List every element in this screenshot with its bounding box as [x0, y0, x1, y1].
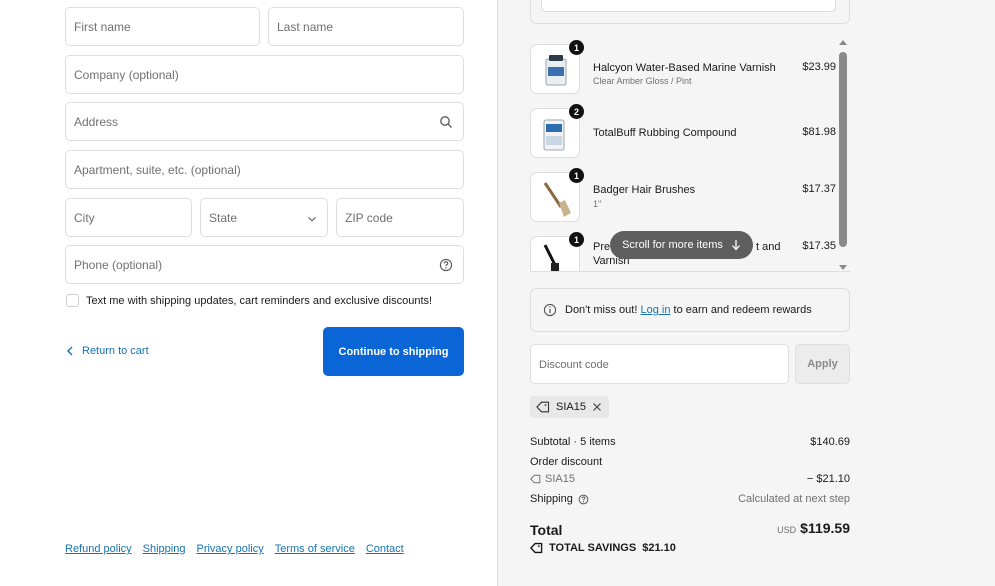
- phone-field[interactable]: Phone (optional): [65, 245, 464, 284]
- zip-placeholder: ZIP code: [345, 211, 393, 225]
- shipping-policy-link[interactable]: Shipping: [143, 543, 186, 555]
- contact-link[interactable]: Contact: [366, 543, 404, 555]
- company-placeholder: Company (optional): [74, 68, 179, 82]
- total-value: $119.59: [800, 520, 850, 536]
- refund-policy-link[interactable]: Refund policy: [65, 543, 132, 555]
- checkout-form-panel: First name Last name Company (optional) …: [0, 0, 497, 586]
- item-name: Halcyon Water-Based Marine Varnish: [593, 62, 776, 74]
- footer-links: Refund policy Shipping Privacy policy Te…: [65, 543, 404, 555]
- quantity-badge: 1: [569, 168, 584, 183]
- item-price: $17.37: [802, 183, 836, 195]
- order-discount-label: Order discount: [530, 456, 603, 468]
- subtotal-row: Subtotal · 5 items $140.69: [530, 436, 850, 448]
- return-to-cart-label: Return to cart: [82, 345, 149, 357]
- subtotal-label: Subtotal · 5 items: [530, 436, 616, 448]
- variant-select[interactable]: American Walnut: [541, 0, 836, 12]
- chevron-down-icon: [308, 216, 316, 222]
- item-price: $17.35: [802, 240, 836, 252]
- privacy-policy-link[interactable]: Privacy policy: [196, 543, 263, 555]
- return-to-cart-link[interactable]: Return to cart: [66, 345, 149, 357]
- apartment-field[interactable]: Apartment, suite, etc. (optional): [65, 150, 464, 189]
- address-field[interactable]: Address: [65, 102, 464, 141]
- list-item: 1 Badger Hair Brushes 1" $17.37: [530, 168, 836, 224]
- tag-icon: [530, 474, 541, 484]
- apply-discount-button[interactable]: Apply: [795, 344, 850, 384]
- info-icon: [543, 303, 557, 317]
- item-price: $81.98: [802, 126, 836, 138]
- log-in-link[interactable]: Log in: [640, 304, 670, 316]
- total-label: Total: [530, 522, 563, 538]
- scroll-down-arrow[interactable]: [839, 265, 847, 270]
- company-field[interactable]: Company (optional): [65, 55, 464, 94]
- zip-field[interactable]: ZIP code: [336, 198, 464, 237]
- applied-discount-tag: SIA15: [530, 396, 609, 418]
- order-discount-code-row: SIA15 − $21.10: [530, 473, 850, 485]
- city-field[interactable]: City: [65, 198, 192, 237]
- order-discount-code: SIA15: [545, 473, 575, 485]
- quantity-badge: 2: [569, 104, 584, 119]
- order-discount-value: − $21.10: [806, 473, 850, 485]
- tag-icon: [536, 401, 550, 413]
- first-name-field[interactable]: First name: [65, 7, 260, 46]
- search-icon[interactable]: [439, 115, 453, 129]
- list-item: 2 TotalBuff Rubbing Compound $81.98: [530, 104, 836, 160]
- state-select[interactable]: State: [200, 198, 328, 237]
- tag-icon: [530, 542, 543, 554]
- help-icon[interactable]: [439, 258, 453, 272]
- shipping-row: Shipping Calculated at next step: [530, 493, 850, 505]
- scroll-up-arrow[interactable]: [839, 40, 847, 45]
- last-name-field[interactable]: Last name: [268, 7, 464, 46]
- applied-discount-code: SIA15: [556, 401, 586, 413]
- discount-code-placeholder: Discount code: [539, 359, 609, 371]
- order-discount-row: Order discount: [530, 456, 850, 468]
- item-variant: 1": [593, 199, 602, 209]
- address-placeholder: Address: [74, 115, 119, 129]
- scroll-for-more-button[interactable]: Scroll for more items: [610, 231, 753, 259]
- total-savings: TOTAL SAVINGS $21.10: [530, 542, 676, 554]
- phone-placeholder: Phone (optional): [74, 258, 163, 272]
- sms-opt-in-checkbox[interactable]: [66, 294, 79, 307]
- close-icon[interactable]: [592, 402, 602, 412]
- chevron-left-icon: [67, 346, 73, 356]
- state-placeholder: State: [209, 211, 238, 225]
- shipping-label: Shipping: [530, 493, 573, 505]
- total-row: Total USD $119.59: [530, 520, 850, 538]
- help-icon[interactable]: [578, 494, 589, 505]
- subtotal-value: $140.69: [810, 436, 850, 448]
- rewards-notice-prefix: Don't miss out!: [565, 304, 638, 316]
- list-item: 1 Halcyon Water-Based Marine Varnish Cle…: [530, 40, 836, 96]
- total-currency: USD: [777, 525, 797, 535]
- city-placeholder: City: [74, 211, 95, 225]
- item-variant: Clear Amber Gloss / Pint: [593, 76, 692, 86]
- item-price: $23.99: [802, 61, 836, 73]
- apartment-placeholder: Apartment, suite, etc. (optional): [74, 163, 241, 177]
- rewards-notice-suffix: to earn and redeem rewards: [673, 304, 812, 316]
- scroll-thumb[interactable]: [839, 52, 847, 247]
- shipping-value: Calculated at next step: [738, 493, 850, 505]
- quantity-badge: 1: [569, 232, 584, 247]
- continue-to-shipping-button[interactable]: Continue to shipping: [323, 327, 464, 376]
- total-savings-label: TOTAL SAVINGS: [549, 542, 637, 554]
- discount-code-input[interactable]: Discount code: [530, 344, 789, 384]
- last-name-placeholder: Last name: [277, 20, 334, 34]
- arrow-down-icon: [731, 240, 740, 251]
- rewards-notice: Don't miss out! Log in to earn and redee…: [530, 288, 850, 332]
- sms-opt-in-label: Text me with shipping updates, cart remi…: [86, 295, 433, 307]
- item-name: TotalBuff Rubbing Compound: [593, 127, 737, 139]
- item-name: Badger Hair Brushes: [593, 184, 696, 196]
- item-list-scrollbar[interactable]: [838, 38, 848, 272]
- total-savings-value: $21.10: [642, 542, 676, 554]
- terms-of-service-link[interactable]: Terms of service: [275, 543, 355, 555]
- order-summary-panel: American Walnut 1 Halcyon Water-Based Ma…: [497, 0, 995, 586]
- scroll-for-more-label: Scroll for more items: [622, 239, 723, 251]
- first-name-placeholder: First name: [74, 20, 131, 34]
- quantity-badge: 1: [569, 40, 584, 55]
